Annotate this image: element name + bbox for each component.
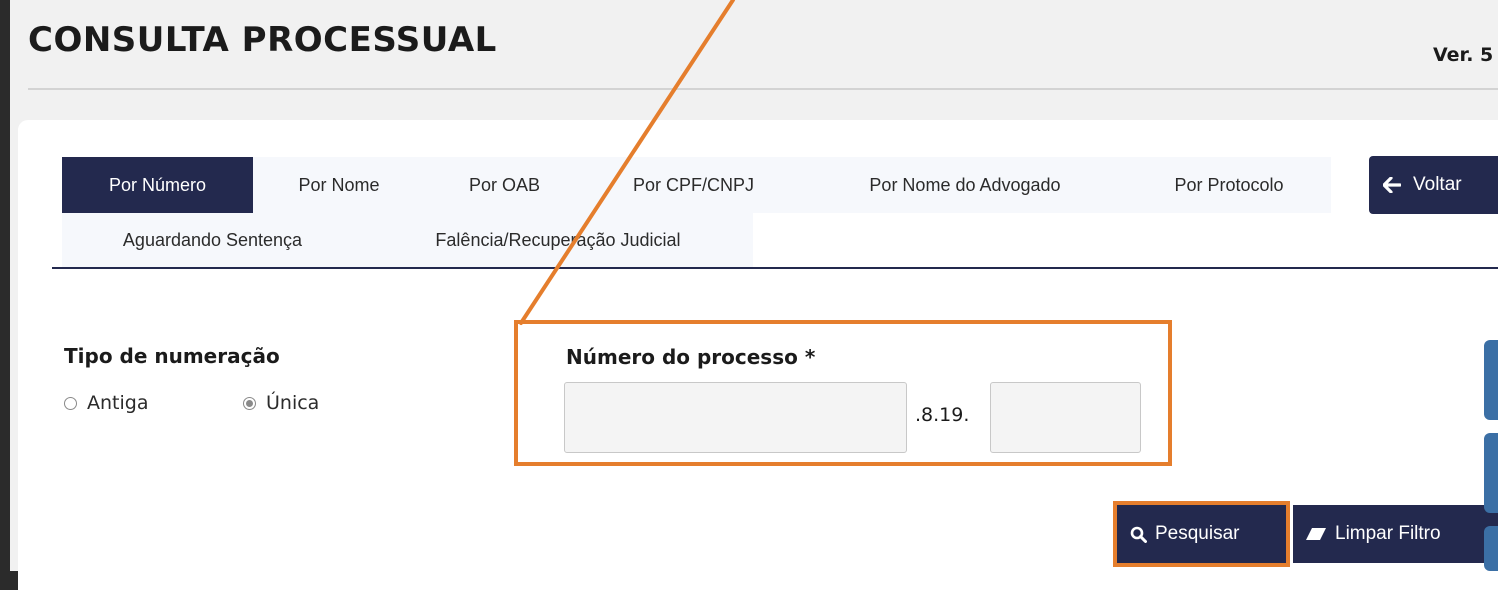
- side-action-button-3[interactable]: [1484, 526, 1498, 571]
- tab-por-protocolo[interactable]: Por Protocolo: [1127, 157, 1331, 213]
- tab-por-numero[interactable]: Por Número: [62, 157, 253, 213]
- tab-aguardando-sentenca[interactable]: Aguardando Sentença: [62, 213, 363, 267]
- radio-unica-circle[interactable]: [243, 396, 256, 410]
- radio-antiga[interactable]: Antiga: [64, 392, 148, 414]
- tab-por-oab[interactable]: Por OAB: [425, 157, 584, 213]
- tab-por-nome-do-advogado[interactable]: Por Nome do Advogado: [803, 157, 1127, 213]
- tabs-divider: [52, 267, 1498, 269]
- version-label: Ver. 5: [1433, 44, 1494, 66]
- back-button[interactable]: Voltar: [1369, 156, 1498, 214]
- radio-unica-label: Única: [266, 392, 320, 414]
- search-button-highlight: [1113, 501, 1290, 567]
- clear-filter-button[interactable]: Limpar Filtro: [1293, 505, 1498, 563]
- tab-por-nome[interactable]: Por Nome: [253, 157, 425, 213]
- radio-unica[interactable]: Única: [243, 392, 319, 414]
- numbering-type-label: Tipo de numeração: [64, 344, 280, 368]
- radio-antiga-circle[interactable]: [64, 396, 77, 410]
- side-action-button-2[interactable]: [1484, 433, 1498, 513]
- page-title: CONSULTA PROCESSUAL: [28, 20, 497, 60]
- eraser-icon: [1306, 528, 1326, 540]
- clear-filter-button-label: Limpar Filtro: [1335, 523, 1441, 544]
- arrow-left-icon: [1383, 177, 1401, 193]
- process-field-highlight: [514, 320, 1172, 466]
- title-divider: [28, 88, 1498, 90]
- tab-por-cpf-cnpj[interactable]: Por CPF/CNPJ: [584, 157, 803, 213]
- side-action-button-1[interactable]: [1484, 340, 1498, 420]
- back-button-label: Voltar: [1413, 174, 1462, 195]
- tab-falencia-recuperacao-judicial[interactable]: Falência/Recuperação Judicial: [363, 213, 753, 267]
- radio-antiga-label: Antiga: [87, 392, 149, 414]
